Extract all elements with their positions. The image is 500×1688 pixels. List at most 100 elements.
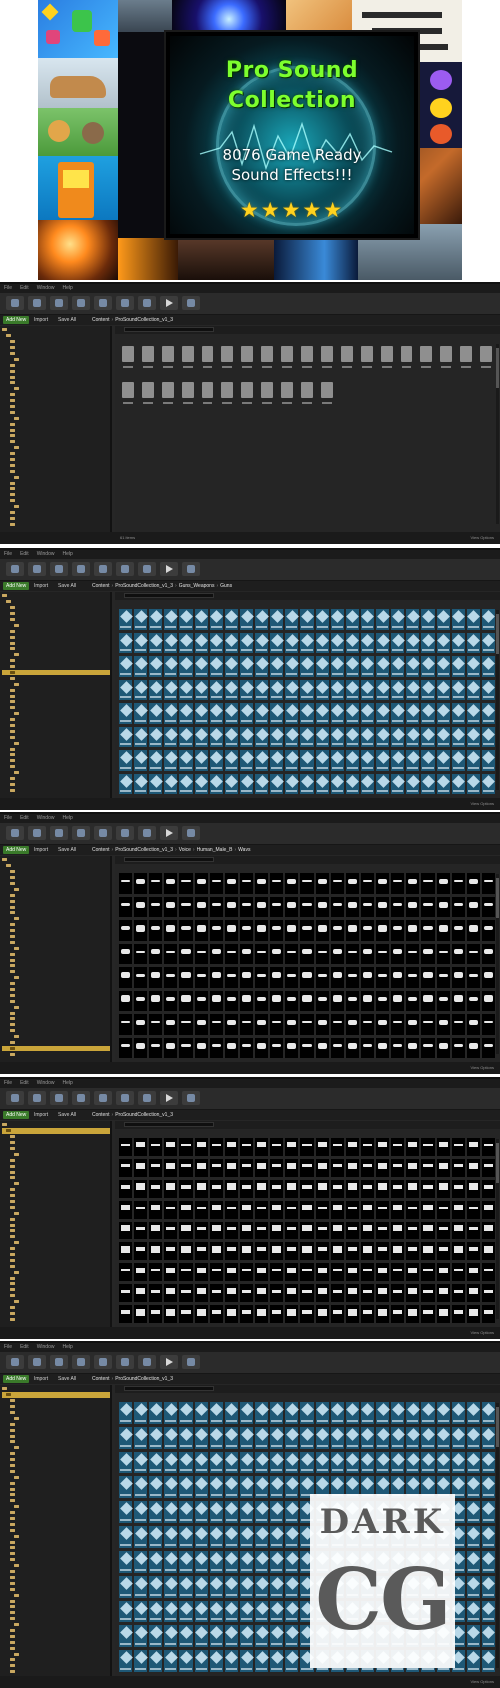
sound-cue-item[interactable]: [481, 1526, 496, 1548]
menu-item[interactable]: File: [4, 815, 12, 821]
sound-cue-item[interactable]: [436, 656, 450, 677]
sound-wave-item[interactable]: [406, 1242, 420, 1261]
folder-item[interactable]: [299, 346, 315, 376]
sound-cue-item[interactable]: [481, 1600, 496, 1623]
sound-wave-item[interactable]: [345, 1263, 359, 1282]
sound-cue-item[interactable]: [436, 609, 450, 630]
sound-wave-item[interactable]: [300, 967, 314, 988]
sound-wave-item[interactable]: [224, 1263, 238, 1282]
sound-wave-item[interactable]: [436, 896, 450, 917]
sound-cue-item[interactable]: [391, 750, 405, 771]
tree-item[interactable]: [2, 1051, 110, 1057]
sound-cue-item[interactable]: [164, 1526, 178, 1548]
sound-wave-item[interactable]: [179, 1014, 193, 1035]
menu-item[interactable]: Window: [37, 551, 55, 557]
sound-wave-item[interactable]: [421, 1037, 435, 1058]
sound-wave-item[interactable]: [239, 1179, 254, 1198]
toolbar-button[interactable]: [94, 826, 112, 840]
menu-item[interactable]: File: [4, 285, 12, 291]
sound-cue-item[interactable]: [481, 1426, 496, 1449]
import-button[interactable]: Import: [34, 1110, 48, 1120]
sound-wave-item[interactable]: [270, 1158, 284, 1177]
sound-cue-item[interactable]: [239, 1526, 254, 1548]
sound-cue-item[interactable]: [330, 656, 345, 677]
sound-cue-item[interactable]: [119, 632, 133, 653]
view-options-button[interactable]: View Options: [471, 532, 495, 544]
sound-wave-item[interactable]: [209, 1179, 223, 1198]
sound-wave-item[interactable]: [285, 943, 299, 964]
sound-wave-item[interactable]: [285, 1014, 299, 1035]
menu-item[interactable]: Help: [62, 815, 72, 821]
sound-wave-item[interactable]: [391, 1014, 405, 1035]
breadcrumb-item[interactable]: Content: [92, 1376, 110, 1382]
sound-wave-item[interactable]: [330, 873, 344, 894]
toolbar-button[interactable]: [50, 1355, 68, 1369]
play-button[interactable]: [160, 1091, 178, 1105]
sound-cue-item[interactable]: [376, 750, 390, 771]
sound-wave-item[interactable]: [179, 1263, 193, 1282]
sound-cue-item[interactable]: [466, 703, 481, 724]
sound-cue-item[interactable]: [239, 656, 254, 677]
sound-wave-item[interactable]: [119, 1263, 133, 1282]
sound-wave-item[interactable]: [149, 943, 163, 964]
sound-wave-item[interactable]: [239, 920, 254, 941]
sound-cue-item[interactable]: [285, 773, 299, 794]
sound-wave-item[interactable]: [300, 1158, 314, 1177]
sound-wave-item[interactable]: [451, 1179, 465, 1198]
sound-wave-item[interactable]: [436, 1158, 450, 1177]
sound-cue-item[interactable]: [194, 1600, 209, 1623]
sound-cue-item[interactable]: [466, 1600, 481, 1623]
sound-wave-item[interactable]: [224, 896, 238, 917]
sound-cue-item[interactable]: [224, 1600, 239, 1623]
sound-cue-item[interactable]: [360, 632, 375, 653]
sound-wave-item[interactable]: [466, 1284, 480, 1303]
view-options-button[interactable]: View Options: [471, 1327, 495, 1339]
sound-wave-item[interactable]: [255, 1200, 269, 1219]
sound-cue-item[interactable]: [481, 750, 496, 771]
sound-wave-item[interactable]: [330, 1221, 344, 1240]
sound-wave-item[interactable]: [270, 967, 284, 988]
sound-wave-item[interactable]: [360, 920, 375, 941]
sound-cue-item[interactable]: [330, 773, 345, 794]
sound-cue-item[interactable]: [315, 1426, 329, 1449]
sound-wave-item[interactable]: [270, 1200, 284, 1219]
sound-wave-item[interactable]: [119, 1179, 133, 1198]
sound-wave-item[interactable]: [376, 896, 390, 917]
sound-cue-item[interactable]: [224, 1625, 239, 1648]
toolbar-button[interactable]: [72, 562, 90, 576]
sound-wave-item[interactable]: [119, 1138, 133, 1156]
toolbar-button[interactable]: [116, 296, 134, 310]
sound-cue-item[interactable]: [239, 1402, 254, 1424]
sound-wave-item[interactable]: [300, 1263, 314, 1282]
menu-item[interactable]: Window: [37, 1344, 55, 1350]
sound-wave-item[interactable]: [119, 1305, 133, 1323]
sound-cue-item[interactable]: [481, 1650, 496, 1672]
sound-cue-item[interactable]: [270, 632, 284, 653]
breadcrumb-item[interactable]: Content: [92, 847, 110, 853]
sound-cue-item[interactable]: [481, 1550, 496, 1573]
toolbar-button[interactable]: [6, 296, 24, 310]
sound-cue-item[interactable]: [300, 703, 314, 724]
sound-wave-item[interactable]: [194, 990, 208, 1011]
sound-cue-item[interactable]: [451, 679, 466, 700]
sound-wave-item[interactable]: [134, 1037, 148, 1058]
sound-wave-item[interactable]: [406, 990, 420, 1011]
sound-cue-item[interactable]: [330, 1426, 345, 1449]
view-options-button[interactable]: View Options: [471, 1676, 495, 1688]
sound-cue-item[interactable]: [360, 703, 375, 724]
sound-cue-item[interactable]: [270, 1550, 284, 1573]
sound-cue-item[interactable]: [345, 703, 360, 724]
sound-wave-item[interactable]: [164, 873, 178, 894]
sound-wave-item[interactable]: [330, 920, 344, 941]
sound-cue-item[interactable]: [179, 1501, 193, 1524]
sound-wave-item[interactable]: [270, 873, 284, 894]
sound-wave-item[interactable]: [209, 1138, 223, 1156]
sound-wave-item[interactable]: [360, 1037, 375, 1058]
sound-wave-item[interactable]: [315, 990, 329, 1011]
sound-cue-item[interactable]: [239, 1650, 254, 1672]
folder-item[interactable]: [180, 382, 196, 412]
sound-wave-item[interactable]: [345, 1200, 359, 1219]
menu-item[interactable]: Help: [62, 1080, 72, 1086]
sound-wave-item[interactable]: [224, 920, 238, 941]
sound-cue-item[interactable]: [164, 1575, 178, 1598]
